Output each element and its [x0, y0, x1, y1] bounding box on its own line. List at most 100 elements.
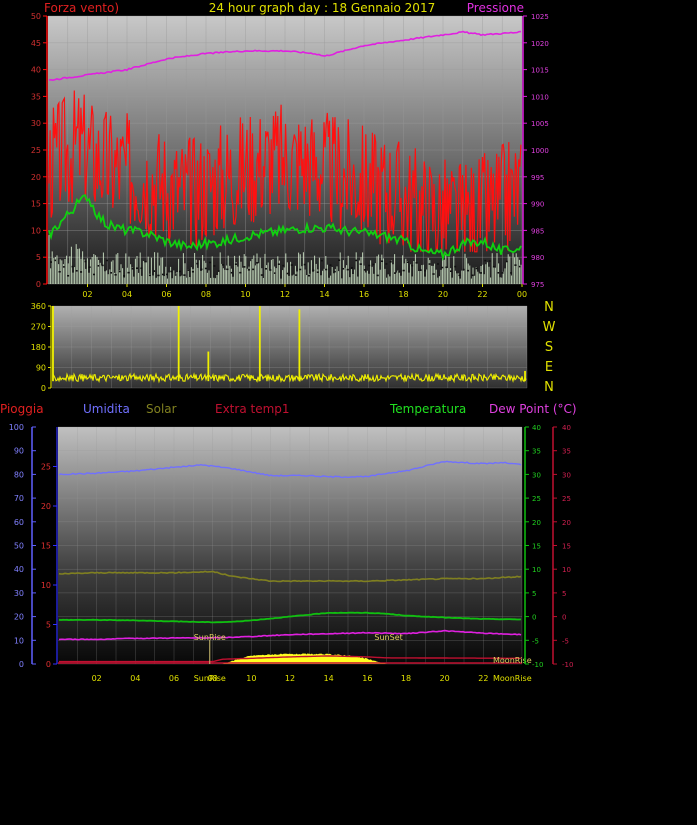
direction-tick-label: 0 [41, 384, 46, 393]
wind-x-label: 00 [517, 290, 527, 299]
humidity-tick-label: 90 [14, 447, 24, 456]
compass-label: S [545, 340, 553, 355]
temperature-tick-label: 30 [532, 471, 541, 479]
legend-humidity: Umidita [83, 402, 130, 416]
wind-x-label: 06 [161, 290, 171, 299]
compass-label: E [545, 360, 553, 375]
combined-x-label: 20 [440, 674, 450, 683]
dewpoint-tick-label: 15 [562, 543, 571, 551]
wind-tick-label: 0 [36, 280, 41, 289]
wind-x-label: 08 [201, 290, 211, 299]
pressure-axis-title: Pressione [467, 1, 524, 15]
pressure-tick-label: 985 [531, 227, 544, 235]
legend-temperature: Temperatura [389, 402, 466, 416]
combined-x-label: 02 [92, 674, 102, 683]
wind-tick-label: 50 [31, 12, 41, 21]
dewpoint-tick-label: 35 [562, 448, 571, 456]
pressure-tick-label: 1020 [531, 40, 549, 48]
temperature-tick-label: 0 [532, 614, 536, 622]
wind-tick-label: 40 [31, 66, 41, 75]
rain-tick-label: 15 [41, 542, 51, 551]
graph-title: 24 hour graph day : 18 Gennaio 2017 [209, 1, 435, 15]
wind-x-label: 04 [122, 290, 132, 299]
pressure-tick-label: 995 [531, 174, 544, 182]
dewpoint-tick-label: 10 [562, 566, 571, 574]
direction-tick-label: 360 [31, 302, 46, 311]
rain-tick-label: 20 [41, 502, 51, 511]
wind-tick-label: 35 [31, 92, 41, 101]
pressure-tick-label: 1025 [531, 13, 549, 21]
legend-rain: Pioggia [0, 402, 44, 416]
dewpoint-tick-label: 25 [562, 495, 571, 503]
sunrise-label: SunRise [194, 633, 226, 642]
temperature-tick-label: 5 [532, 590, 536, 598]
dewpoint-tick-label: 0 [562, 614, 566, 622]
dewpoint-tick-label: 40 [562, 424, 571, 432]
humidity-tick-label: 100 [9, 423, 24, 432]
wind-tick-label: 10 [31, 226, 41, 235]
temperature-tick-label: -5 [532, 637, 539, 645]
wind-x-label: 16 [359, 290, 369, 299]
dewpoint-tick-label: 5 [562, 590, 566, 598]
wind-tick-label: 25 [31, 146, 41, 155]
humidity-tick-label: 20 [14, 613, 24, 622]
direction-tick-label: 270 [31, 323, 46, 332]
combined-x-label: 04 [130, 674, 140, 683]
humidity-tick-label: 40 [14, 565, 24, 574]
combined-x-label: 16 [362, 674, 372, 683]
dewpoint-tick-label: 30 [562, 471, 571, 479]
rain-tick-label: 10 [41, 581, 51, 590]
legend-dewpoint: Dew Point (°C) [489, 402, 577, 416]
wind-axis-title: Forza vento) [44, 1, 119, 15]
temperature-tick-label: -10 [532, 661, 543, 669]
humidity-tick-label: 70 [14, 494, 24, 503]
direction-tick-label: 180 [31, 343, 46, 352]
rain-tick-label: 25 [41, 463, 51, 472]
compass-label: N [544, 300, 554, 315]
compass-label: W [543, 320, 556, 335]
wind-x-label: 12 [280, 290, 290, 299]
wind-x-label: 20 [438, 290, 448, 299]
legend-solar: Solar [146, 402, 177, 416]
dewpoint-tick-label: -5 [562, 637, 569, 645]
combined-x-label: 22 [478, 674, 488, 683]
pressure-tick-label: 1015 [531, 67, 549, 75]
rain-tick-label: 0 [46, 660, 51, 669]
wind-x-label: 18 [398, 290, 408, 299]
humidity-tick-label: 80 [14, 470, 24, 479]
direction-tick-label: 90 [36, 364, 46, 373]
temperature-tick-label: 10 [532, 566, 541, 574]
combined-x-label: 14 [324, 674, 334, 683]
chart-canvas: 0510152025303540455097598098599099510001… [0, 1, 577, 683]
wind-x-label: 10 [240, 290, 250, 299]
humidity-tick-label: 30 [14, 589, 24, 598]
humidity-tick-label: 50 [14, 542, 24, 551]
pressure-tick-label: 990 [531, 201, 544, 209]
pressure-tick-label: 1005 [531, 120, 549, 128]
humidity-tick-label: 10 [14, 636, 24, 645]
weather-graph: 0 5 10 15 20 25 30 35 40 45 50 975 980 985 990 995 1000 1… [0, 0, 697, 825]
dewpoint-tick-label: 20 [562, 519, 571, 527]
temperature-tick-label: 40 [532, 424, 541, 432]
temperature-tick-label: 35 [532, 448, 541, 456]
temperature-tick-label: 15 [532, 543, 541, 551]
sunset-label: SunSet [374, 633, 402, 642]
combined-x-label: 12 [285, 674, 295, 683]
pressure-tick-label: 1000 [531, 147, 549, 155]
rain-tick-label: 5 [46, 621, 51, 630]
compass-label: N [544, 380, 554, 395]
temperature-tick-label: 25 [532, 495, 541, 503]
wind-tick-label: 5 [36, 253, 41, 262]
pressure-tick-label: 980 [531, 254, 544, 262]
combined-x-label: 18 [401, 674, 411, 683]
combined-x-label: 10 [246, 674, 256, 683]
wind-x-label: 02 [82, 290, 92, 299]
moonrise-low-label: MoonRise [493, 674, 532, 683]
dewpoint-tick-label: -10 [562, 661, 573, 669]
wind-tick-label: 45 [31, 39, 41, 48]
wind-x-label: 22 [477, 290, 487, 299]
humidity-tick-label: 60 [14, 518, 24, 527]
wind-tick-label: 20 [31, 173, 41, 182]
combined-x-label: 06 [169, 674, 179, 683]
sunrise-low-label: SunRise [194, 674, 226, 683]
